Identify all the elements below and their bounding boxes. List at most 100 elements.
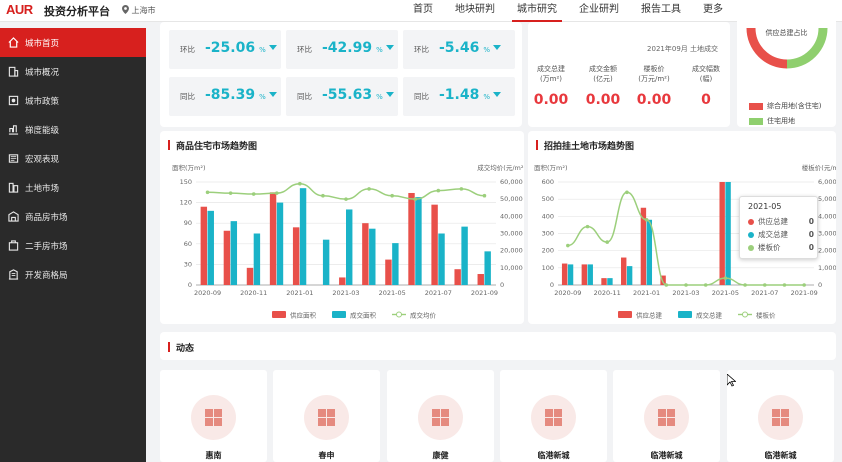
y2-tick-label: 6,000: [818, 178, 836, 186]
chart-tooltip: 2021-05 供应总建 0 成交总建 0 楼板价 0: [739, 196, 818, 259]
sidebar-item-land[interactable]: 土地市场: [0, 173, 146, 202]
bar-supply: [269, 192, 277, 285]
legend-label: 楼板价: [756, 311, 776, 320]
stat-label: 同比: [180, 92, 195, 101]
building-icon: [318, 409, 335, 426]
sidebar-item-building[interactable]: 城市概况: [0, 57, 146, 86]
tooltip-row: 供应总建 0: [748, 215, 814, 228]
tooltip-row: 成交总建 0: [748, 228, 814, 241]
bar-deal: [322, 239, 330, 285]
dynamics-tile[interactable]: 临港新城: [500, 370, 607, 462]
y2-tick-label: 0: [500, 281, 504, 289]
building-icon: [545, 409, 562, 426]
sidebar-item-developer[interactable]: 开发商格局: [0, 260, 146, 289]
price-point: [298, 181, 302, 186]
tooltip-title: 2021-05: [748, 202, 782, 211]
kpi-name: 成交金额: [589, 65, 617, 73]
kpi-value: 0.00: [636, 92, 672, 108]
x-tick-label: 2021-01: [286, 289, 313, 297]
sidebar-item-tier[interactable]: 梯度能级: [0, 115, 146, 144]
brand-logo[interactable]: AUR: [6, 2, 33, 17]
x-tick-label: 2020-09: [554, 289, 581, 297]
stat-unit: %: [376, 46, 383, 54]
stat-unit: %: [483, 46, 491, 54]
map-pin-icon: [122, 5, 129, 14]
bar-deal: [461, 226, 468, 285]
legend-label: 成交面积: [350, 311, 377, 320]
tooltip-label: 供应总建: [758, 217, 788, 226]
price-point: [413, 197, 418, 201]
nav-report-tools[interactable]: 报告工具: [630, 0, 692, 22]
y-tick-label: 600: [542, 178, 554, 186]
down-arrow-icon: [268, 92, 277, 97]
legend-label: 成交均价: [410, 311, 437, 320]
price-line: [207, 182, 485, 200]
y-tick-label: 500: [542, 195, 554, 203]
sidebar-item-macro[interactable]: 宏观表现: [0, 144, 146, 173]
land-deal-card: 2021年09月 土地成交 成交总建 (万m²) 成交金额 (亿元) 楼板价 (万元/…: [528, 22, 730, 127]
price-point: [743, 283, 747, 287]
bar-supply: [408, 192, 415, 285]
nav-city-research[interactable]: 城市研究: [506, 0, 568, 22]
legend-mixed[interactable]: 综合用地(含住宅): [749, 101, 821, 111]
dynamics-tile[interactable]: 临港新城: [727, 370, 834, 462]
y2-axis-title: 成交均价(元/m²): [477, 163, 524, 172]
y-tick-label: 400: [542, 212, 554, 220]
legend-residential[interactable]: 住宅用地: [749, 116, 795, 126]
x-tick-label: 2021-03: [672, 289, 699, 297]
price-point: [585, 224, 590, 229]
supply-share-card: 供应总建占比 综合用地(含住宅) 住宅用地: [737, 0, 836, 127]
tooltip-label: 成交总建: [758, 230, 788, 239]
stat-unit: %: [259, 46, 266, 54]
legend-label: 成交总建: [696, 311, 723, 320]
nav-more[interactable]: 更多: [692, 0, 734, 22]
tooltip-label: 楼板价: [758, 243, 781, 252]
dynamics-tile[interactable]: 春申: [273, 370, 380, 462]
price-point: [251, 192, 256, 196]
building-icon: [8, 66, 19, 77]
bar-supply: [339, 277, 346, 285]
x-tick-label: 2021-09: [471, 289, 498, 297]
legend-swatch: [749, 102, 763, 110]
down-arrow-icon: [385, 45, 394, 50]
bar-deal: [587, 264, 593, 285]
stat-number: -42.99: [322, 40, 373, 56]
sidebar-item-home[interactable]: 城市首页: [0, 28, 146, 57]
comparison-card: 环比 -25.06% 环比 -42.99% 环比 -5.46% 同比 -85.3…: [160, 22, 522, 127]
dynamics-tile[interactable]: 惠南: [160, 370, 267, 462]
sidebar-item-policy[interactable]: 城市政策: [0, 86, 146, 115]
sidebar-item-resale[interactable]: 二手房市场: [0, 231, 146, 260]
nav-home[interactable]: 首页: [402, 0, 444, 22]
stat-number: -55.63: [322, 87, 373, 103]
tile-icon-bg: [644, 395, 689, 440]
bar-supply: [477, 274, 484, 285]
kpi-unit: (万元/m²): [638, 75, 670, 83]
price-point: [762, 283, 767, 287]
legend-label: 供应总建: [636, 311, 663, 320]
nav-plot-analysis[interactable]: 地块研判: [444, 0, 506, 22]
price-point: [482, 193, 487, 198]
bar-supply: [246, 267, 254, 285]
y-tick-label: 100: [542, 264, 554, 272]
dynamics-tile[interactable]: 康健: [387, 370, 494, 462]
building-icon: [432, 409, 449, 426]
y-tick-label: 150: [180, 178, 192, 186]
sidebar-item-housing[interactable]: 商品房市场: [0, 202, 146, 231]
stat-value: -42.99%: [322, 40, 394, 56]
y2-tick-label: 20,000: [500, 247, 523, 255]
nav-company-analysis[interactable]: 企业研判: [568, 0, 630, 22]
bar-supply: [454, 269, 461, 285]
y-tick-label: 30: [184, 260, 192, 268]
y2-tick-label: 4,000: [818, 212, 836, 220]
mouse-cursor-icon: [727, 374, 736, 387]
location-selector[interactable]: 上海市: [122, 5, 156, 16]
bar-deal: [438, 233, 445, 285]
land-deal-note: 2021年09月 土地成交: [647, 45, 718, 53]
x-tick-label: 2020-09: [194, 289, 221, 297]
x-tick-label: 2020-11: [594, 289, 621, 297]
dynamics-tile[interactable]: 临港新城: [613, 370, 720, 462]
logo-text: AUR: [6, 2, 33, 17]
kpi-label: 楼板价 (万元/m²): [629, 64, 679, 84]
price-point: [566, 243, 570, 248]
stat-label: 同比: [297, 92, 312, 101]
